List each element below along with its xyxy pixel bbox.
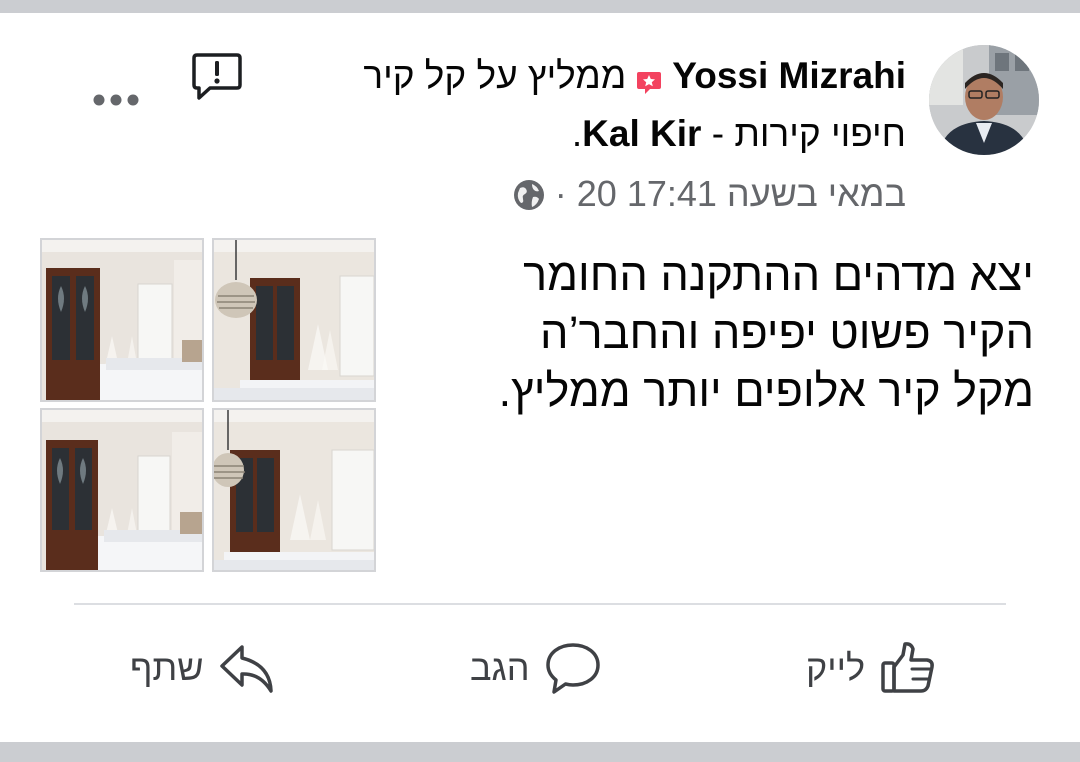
more-options-icon[interactable] xyxy=(92,92,140,108)
post-text-line: יצא מדהים ההתקנה החומר xyxy=(523,249,1034,300)
author-avatar[interactable] xyxy=(929,45,1039,155)
bedroom-photo xyxy=(42,410,202,570)
page-name-line[interactable]: חיפוי קירות - Kal Kir. xyxy=(572,112,906,156)
comment-bubble-icon xyxy=(545,643,600,694)
post-photo[interactable] xyxy=(40,408,204,572)
comment-label: הגב xyxy=(470,647,530,688)
bedroom-photo xyxy=(214,410,374,570)
comment-button[interactable]: הגב xyxy=(470,632,602,704)
actions-divider xyxy=(74,603,1006,605)
post-photo[interactable] xyxy=(212,408,376,572)
meta-separator: · xyxy=(554,173,567,214)
thumbs-up-icon xyxy=(881,642,934,693)
globe-icon xyxy=(513,178,545,210)
bedroom-photo xyxy=(42,240,202,400)
page-name-prefix: חיפוי קירות - xyxy=(701,113,906,154)
like-button[interactable]: לייק xyxy=(806,632,937,704)
post-text: יצא מדהים ההתקנה החומר הקיר פשוט יפיפה ו… xyxy=(434,246,1034,420)
share-button[interactable]: שתף xyxy=(130,632,276,704)
post-text-line: מקל קיר אלופים יותר ממליץ. xyxy=(498,365,1034,416)
top-separator-band xyxy=(0,0,1080,13)
page-name[interactable]: Kal Kir xyxy=(582,113,701,154)
author-name[interactable]: Yossi Mizrahi xyxy=(672,55,906,97)
report-icon[interactable] xyxy=(190,50,244,104)
post-timestamp[interactable]: 20 במאי בשעה 17:41 xyxy=(577,173,906,215)
author-line: ממליץ על קל קיר Yossi Mizrahi xyxy=(363,54,906,98)
bedroom-photo xyxy=(214,240,374,400)
post-photo[interactable] xyxy=(212,238,376,402)
bottom-separator-band xyxy=(0,742,1080,762)
share-label: שתף xyxy=(130,647,204,688)
recommend-star-icon xyxy=(636,63,662,94)
page-name-suffix: . xyxy=(571,113,583,154)
post-text-line: הקיר פשוט יפיפה והחבר’ה xyxy=(540,307,1034,358)
share-arrow-icon xyxy=(219,645,273,693)
like-label: לייק xyxy=(806,647,866,688)
avatar-photo xyxy=(929,45,1039,155)
post-photo[interactable] xyxy=(40,238,204,402)
recommends-text[interactable]: ממליץ על קל קיר xyxy=(363,55,626,97)
post-meta: · 20 במאי בשעה 17:41 xyxy=(513,172,906,216)
